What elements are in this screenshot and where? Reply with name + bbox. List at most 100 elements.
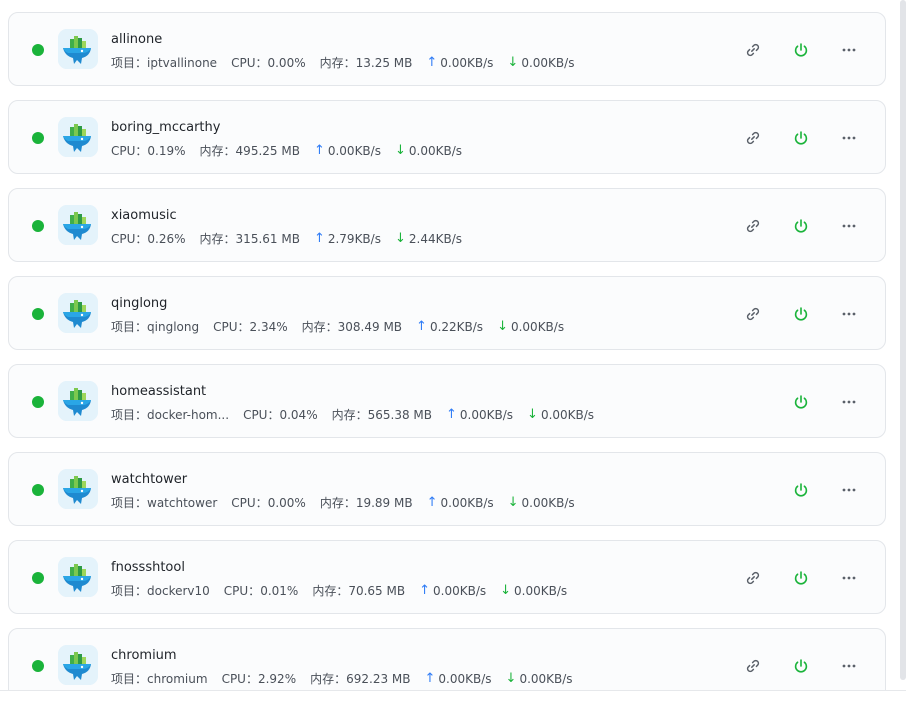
cpu-label: CPU： xyxy=(231,56,268,70)
power-button[interactable] xyxy=(789,478,813,502)
running-status-dot xyxy=(32,660,44,672)
cpu-label: CPU： xyxy=(111,232,148,246)
arrow-down-icon: ↓ xyxy=(500,583,512,598)
upload-stat: ↑ 0.00KB/s xyxy=(425,671,492,686)
memory-stat: 内存： 692.23 MB xyxy=(310,670,410,687)
open-link-button[interactable] xyxy=(741,214,765,238)
container-name[interactable]: xiaomusic xyxy=(111,208,177,223)
project-stat: 项目： qinglong xyxy=(111,318,199,335)
power-button[interactable] xyxy=(789,566,813,590)
container-card[interactable]: xiaomusic CPU： 0.26% 内存： 315.61 MB ↑ 2.79KB/s ↓… xyxy=(8,188,886,262)
container-card[interactable]: qinglong 项目： qinglong CPU： 2.34% 内存： 308.49 MB… xyxy=(8,276,886,350)
download-stat: ↓ 0.00KB/s xyxy=(527,407,594,422)
power-button[interactable] xyxy=(789,126,813,150)
container-name[interactable]: allinone xyxy=(111,32,162,47)
container-card[interactable]: homeassistant 项目： docker-hom... CPU： 0.04% 内存… xyxy=(8,364,886,438)
memory-label: 内存： xyxy=(319,496,356,510)
download-value: 0.00KB/s xyxy=(514,583,568,598)
more-button[interactable] xyxy=(837,302,861,326)
upload-stat: ↑ 0.00KB/s xyxy=(446,407,513,422)
more-button[interactable] xyxy=(837,478,861,502)
power-button[interactable] xyxy=(789,302,813,326)
docker-whale-icon xyxy=(58,381,98,421)
power-button[interactable] xyxy=(789,214,813,238)
scrollbar[interactable] xyxy=(900,0,906,680)
more-button[interactable] xyxy=(837,126,861,150)
more-horizontal-icon xyxy=(841,42,857,58)
container-card[interactable]: boring_mccarthy CPU： 0.19% 内存： 495.25 MB ↑ 0.0… xyxy=(8,100,886,174)
memory-stat: 内存： 308.49 MB xyxy=(302,318,402,335)
power-icon xyxy=(793,570,809,586)
more-horizontal-icon xyxy=(841,570,857,586)
project-label: 项目： xyxy=(111,496,148,510)
cpu-value: 2.34% xyxy=(249,319,288,334)
container-card[interactable]: allinone 项目： iptvallinone CPU： 0.00% 内存： 13.25… xyxy=(8,12,886,86)
download-value: 0.00KB/s xyxy=(521,55,575,70)
container-card[interactable]: chromium 项目： chromium CPU： 2.92% 内存： 692.23 MB… xyxy=(8,628,886,690)
container-card[interactable]: watchtower 项目： watchtower CPU： 0.00% 内存： 19.89… xyxy=(8,452,886,526)
power-icon xyxy=(793,394,809,410)
download-stat: ↓ 0.00KB/s xyxy=(508,495,575,510)
download-stat: ↓ 0.00KB/s xyxy=(507,55,574,70)
download-value: 0.00KB/s xyxy=(519,671,573,686)
container-stats: CPU： 0.19% 内存： 495.25 MB ↑ 0.00KB/s ↓ 0.00KB/s xyxy=(111,142,476,159)
upload-stat: ↑ 0.00KB/s xyxy=(426,55,493,70)
container-name[interactable]: homeassistant xyxy=(111,384,206,399)
container-name[interactable]: boring_mccarthy xyxy=(111,120,220,135)
container-name[interactable]: fnossshtool xyxy=(111,560,185,575)
open-link-button[interactable] xyxy=(741,302,765,326)
container-stats: 项目： chromium CPU： 2.92% 内存： 692.23 MB ↑ 0.00KB/… xyxy=(111,670,587,687)
arrow-up-icon: ↑ xyxy=(416,319,427,334)
project-value: docker-hom... xyxy=(147,407,230,422)
project-value: qinglong xyxy=(147,319,200,334)
container-stats: 项目： qinglong CPU： 2.34% 内存： 308.49 MB ↑ 0.22KB/… xyxy=(111,318,578,335)
container-card[interactable]: fnossshtool 项目： dockerv10 CPU： 0.01% 内存： 70.65… xyxy=(8,540,886,614)
arrow-up-icon: ↑ xyxy=(426,55,438,70)
container-name[interactable]: qinglong xyxy=(111,296,167,311)
project-stat: 项目： docker-hom... xyxy=(111,406,229,423)
memory-label: 内存： xyxy=(331,408,368,422)
power-button[interactable] xyxy=(789,654,813,678)
container-name[interactable]: chromium xyxy=(111,648,177,663)
cpu-label: CPU： xyxy=(243,408,280,422)
arrow-down-icon: ↓ xyxy=(507,55,519,70)
memory-stat: 内存： 495.25 MB xyxy=(200,142,300,159)
cpu-value: 0.00% xyxy=(267,55,306,70)
memory-stat: 内存： 70.65 MB xyxy=(312,582,405,599)
project-value: watchtower xyxy=(147,495,218,510)
memory-label: 内存： xyxy=(310,672,347,686)
container-name[interactable]: watchtower xyxy=(111,472,187,487)
memory-value: 13.25 MB xyxy=(355,55,413,70)
more-button[interactable] xyxy=(837,390,861,414)
more-button[interactable] xyxy=(837,38,861,62)
more-horizontal-icon xyxy=(841,394,857,410)
download-value: 0.00KB/s xyxy=(510,319,565,334)
open-link-button[interactable] xyxy=(741,38,765,62)
open-link-button[interactable] xyxy=(741,566,765,590)
upload-stat: ↑ 0.00KB/s xyxy=(419,583,486,598)
upload-value: 0.00KB/s xyxy=(440,55,494,70)
arrow-up-icon: ↑ xyxy=(446,407,457,422)
power-button[interactable] xyxy=(789,390,813,414)
running-status-dot xyxy=(32,132,44,144)
memory-value: 315.61 MB xyxy=(235,231,300,246)
docker-whale-icon xyxy=(58,293,98,333)
link-icon xyxy=(745,570,761,586)
more-button[interactable] xyxy=(837,654,861,678)
upload-value: 0.00KB/s xyxy=(327,143,381,158)
open-link-button[interactable] xyxy=(741,654,765,678)
power-button[interactable] xyxy=(789,38,813,62)
docker-whale-icon xyxy=(58,117,98,157)
cpu-value: 2.92% xyxy=(257,671,297,686)
upload-value: 0.00KB/s xyxy=(440,495,494,510)
more-button[interactable] xyxy=(837,214,861,238)
cpu-value: 0.04% xyxy=(279,407,318,422)
memory-value: 19.89 MB xyxy=(355,495,413,510)
more-button[interactable] xyxy=(837,566,861,590)
container-stats: 项目： iptvallinone CPU： 0.00% 内存： 13.25 MB ↑ 0.00… xyxy=(111,54,588,71)
arrow-up-icon: ↑ xyxy=(424,671,436,686)
project-label: 项目： xyxy=(111,320,148,334)
memory-value: 692.23 MB xyxy=(346,671,411,686)
open-link-button[interactable] xyxy=(741,126,765,150)
running-status-dot xyxy=(32,396,44,408)
